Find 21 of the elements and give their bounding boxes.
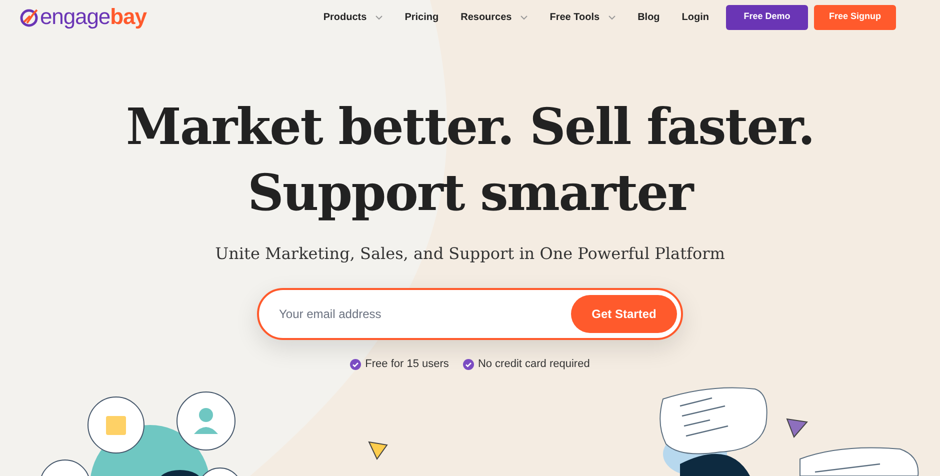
- triangle-icon: [368, 441, 388, 461]
- subheadline: Unite Marketing, Sales, and Support in One Powerful Platform: [215, 243, 725, 265]
- nav-link[interactable]: Free Tools: [550, 10, 616, 24]
- chevron-down-icon: [374, 14, 383, 20]
- perk-text: No credit card required: [478, 357, 590, 372]
- triangle-icon: [786, 418, 808, 438]
- logo-icon: [20, 7, 40, 27]
- nav-link[interactable]: Products: [323, 10, 383, 24]
- chevron-down-icon: [608, 14, 616, 20]
- demo-button[interactable]: Free Demo: [726, 4, 808, 30]
- logo-wordmark: engagebay: [40, 6, 146, 28]
- check-circle-icon: [462, 358, 474, 370]
- headline: Market better. Sell faster.: [126, 96, 814, 158]
- chevron-down-icon: [520, 14, 528, 20]
- headline: Support smarter: [248, 162, 692, 224]
- nav-link[interactable]: Blog: [638, 10, 660, 24]
- nav-link[interactable]: Login: [682, 10, 709, 24]
- nav-link[interactable]: Pricing: [404, 10, 439, 24]
- perk-text: Free for 15 users: [365, 357, 449, 372]
- nav-link[interactable]: Resources: [460, 10, 528, 24]
- check-circle-icon: [350, 358, 362, 370]
